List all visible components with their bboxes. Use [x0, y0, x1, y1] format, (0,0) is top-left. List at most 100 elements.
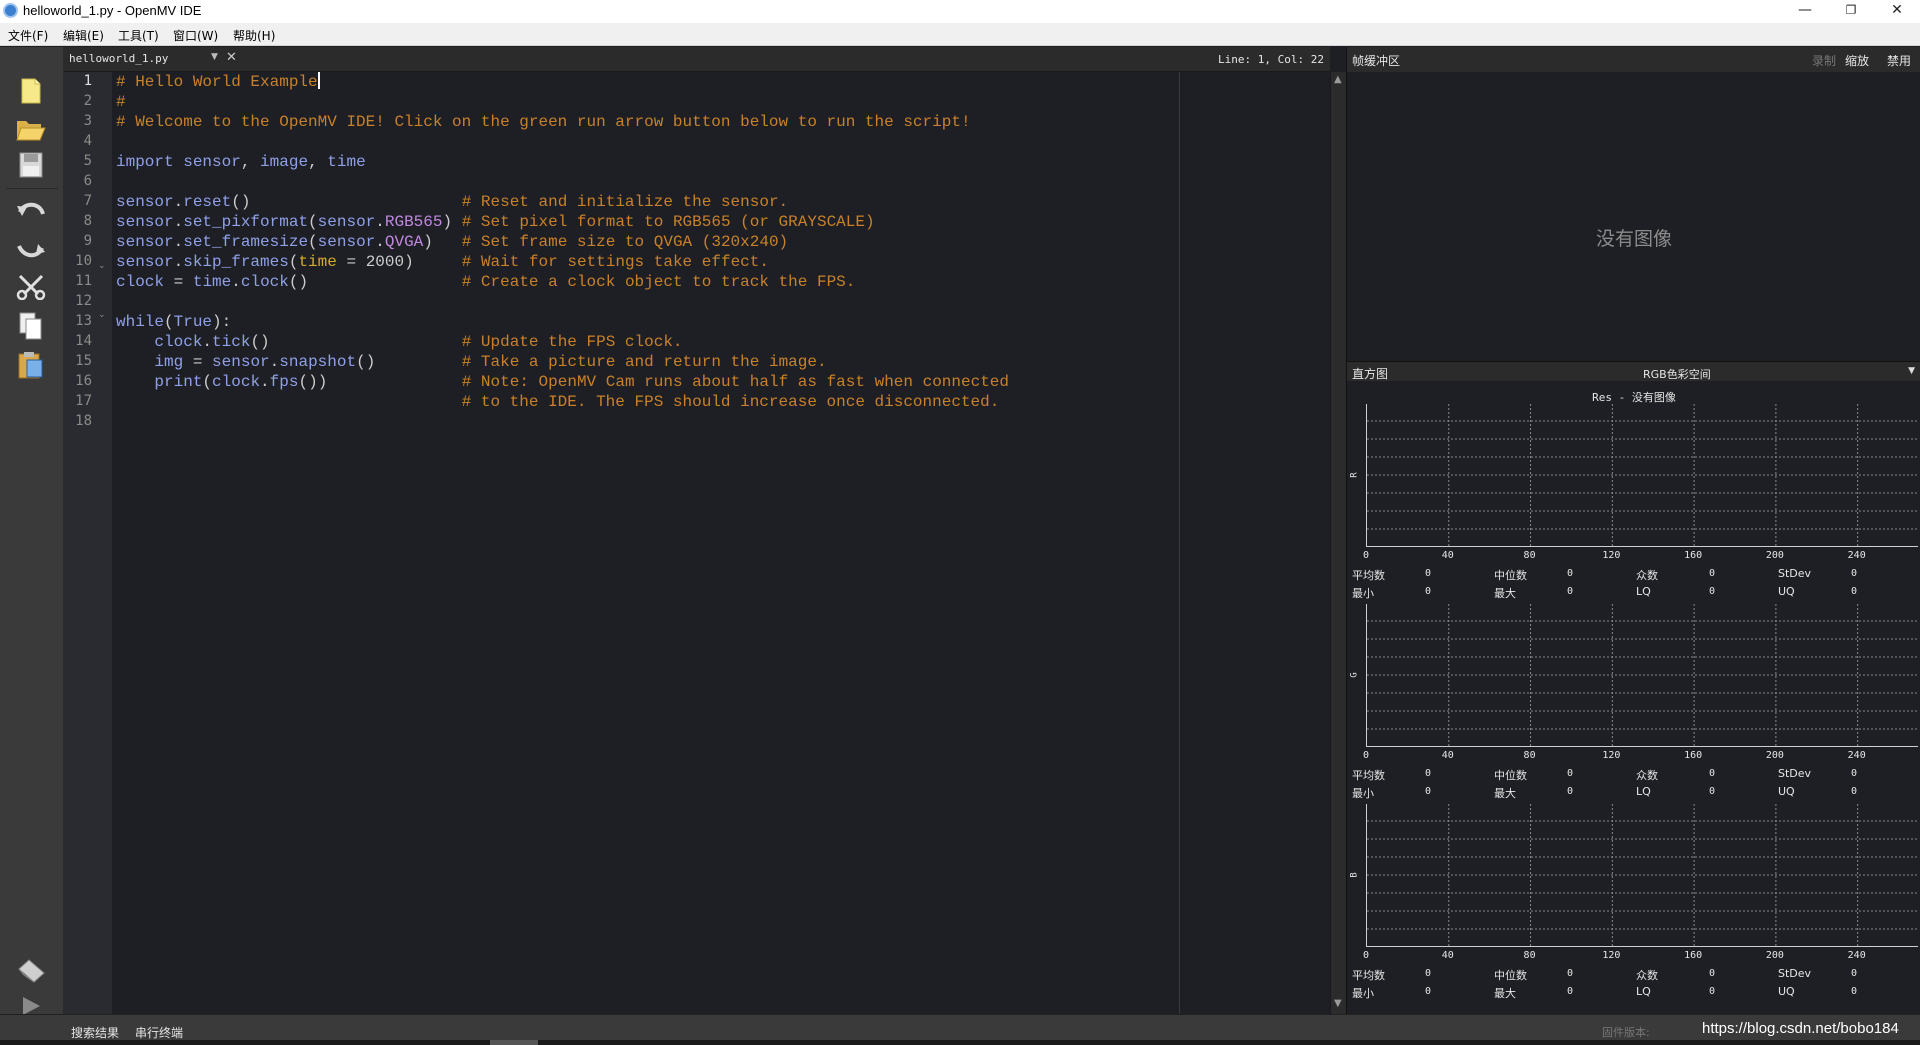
code-line[interactable]: # Welcome to the OpenMV IDE! Click on th…: [116, 112, 971, 132]
stat-value: 0: [1567, 586, 1574, 597]
code-line[interactable]: clock = time.clock() # Create a clock ob…: [116, 272, 855, 292]
menu-edit[interactable]: 编辑(E): [63, 27, 104, 44]
close-window-button[interactable]: ✕: [1874, 0, 1920, 23]
stat-value: 0: [1851, 968, 1858, 979]
redo-icon[interactable]: [14, 232, 48, 266]
x-tick-label: 80: [1523, 550, 1536, 561]
stat-label: UQ: [1778, 785, 1795, 798]
stat-label: LQ: [1636, 785, 1651, 798]
openmv-ide-window: helloworld_1.py - OpenMV IDE — ❐ ✕ 文件(F)…: [0, 0, 1920, 1045]
bottom-strip: [0, 1040, 1920, 1045]
stat-value: 0: [1851, 768, 1858, 779]
code-line[interactable]: print(clock.fps()) # Note: OpenMV Cam ru…: [116, 372, 1009, 392]
connect-icon[interactable]: [14, 954, 48, 988]
x-tick-label: 160: [1684, 950, 1703, 961]
menu-help[interactable]: 帮助(H): [233, 27, 275, 44]
chevron-down-icon[interactable]: ▼: [1908, 366, 1915, 376]
line-number: 18: [75, 413, 92, 429]
tab-search-results[interactable]: 搜索结果: [71, 1024, 119, 1041]
restore-button[interactable]: ❐: [1828, 0, 1874, 23]
open-folder-icon[interactable]: [14, 112, 48, 146]
frame-buffer-view: 没有图像: [1347, 72, 1920, 361]
line-number: 9: [83, 233, 92, 249]
code-line[interactable]: # to the IDE. The FPS should increase on…: [116, 392, 1000, 412]
x-tick-label: 40: [1441, 550, 1454, 561]
scroll-down-icon[interactable]: ▼: [1334, 998, 1342, 1009]
stat-value: 0: [1709, 968, 1716, 979]
minimize-button[interactable]: —: [1782, 0, 1828, 23]
line-number: 3: [83, 113, 92, 129]
copy-icon[interactable]: [14, 309, 48, 343]
x-tick-label: 0: [1363, 750, 1370, 761]
color-space-select[interactable]: RGB色彩空间: [1643, 366, 1711, 382]
code-line[interactable]: sensor.reset() # Reset and initialize th…: [116, 192, 788, 212]
editor-scrollbar[interactable]: ▲ ▼: [1330, 72, 1346, 1014]
x-tick-label: 200: [1765, 950, 1784, 961]
stat-label: 最大: [1494, 587, 1516, 600]
x-tick-label: 120: [1602, 950, 1621, 961]
stat-value: 0: [1425, 968, 1432, 979]
x-tick-label: 240: [1847, 750, 1866, 761]
stat-value: 0: [1851, 568, 1858, 579]
openmv-logo-icon: [3, 3, 18, 18]
line-number: 17: [75, 393, 92, 409]
stat-value: 0: [1567, 786, 1574, 797]
chevron-down-icon[interactable]: ▼: [211, 52, 218, 62]
zoom-button[interactable]: 缩放: [1845, 52, 1869, 69]
tab-helloworld[interactable]: helloworld_1.py: [69, 52, 168, 65]
new-file-icon[interactable]: [14, 74, 48, 108]
disable-button[interactable]: 禁用: [1887, 52, 1911, 69]
stat-value: 0: [1425, 586, 1432, 597]
channel-label: R: [1349, 471, 1360, 478]
code-line[interactable]: sensor.set_framesize(sensor.QVGA) # Set …: [116, 232, 788, 252]
menu-file[interactable]: 文件(F): [8, 27, 48, 44]
frame-buffer-title: 帧缓冲区: [1352, 54, 1401, 68]
x-tick-label: 40: [1441, 950, 1454, 961]
code-line[interactable]: clock.tick() # Update the FPS clock.: [116, 332, 682, 352]
save-icon[interactable]: [14, 148, 48, 182]
stat-label: UQ: [1778, 585, 1795, 598]
code-line[interactable]: # Hello World Example: [116, 72, 320, 92]
histogram-subtitle: Res - 没有图像: [1592, 391, 1676, 404]
stat-value: 0: [1709, 786, 1716, 797]
line-number: 14: [75, 333, 92, 349]
code-line[interactable]: while(True):: [116, 312, 231, 332]
cursor-position: Line: 1, Col: 22: [1218, 53, 1324, 66]
record-button[interactable]: 录制: [1812, 52, 1836, 69]
cut-icon[interactable]: [14, 270, 48, 304]
x-tick-label: 0: [1363, 950, 1370, 961]
code-line[interactable]: sensor.skip_frames(time = 2000) # Wait f…: [116, 252, 769, 272]
stat-value: 0: [1567, 968, 1574, 979]
editor-tab-bar: helloworld_1.py ▼ ✕ Line: 1, Col: 22: [64, 47, 1330, 72]
close-icon[interactable]: ✕: [226, 50, 237, 65]
bottom-indicator: [490, 1040, 538, 1045]
code-line[interactable]: #: [116, 92, 126, 112]
histogram-title: 直方图: [1352, 367, 1389, 381]
x-tick-label: 200: [1765, 750, 1784, 761]
stat-label: StDev: [1778, 767, 1812, 780]
window-title: helloworld_1.py - OpenMV IDE: [23, 3, 202, 18]
watermark-text: https://blog.csdn.net/bobo184: [1702, 1020, 1899, 1037]
paste-icon[interactable]: [14, 348, 48, 382]
fold-marker-icon[interactable]: ⌄: [98, 261, 106, 271]
code-line[interactable]: img = sensor.snapshot() # Take a picture…: [116, 352, 826, 372]
menu-tools[interactable]: 工具(T): [118, 27, 159, 44]
no-image-label: 没有图像: [1595, 228, 1672, 250]
code-editor[interactable]: 1 2 3 4 5 6 7 8 9 10 11 12 13 14 15 16 17 18 ⌄ ⌄ # Hello …: [64, 72, 1330, 1014]
menu-window[interactable]: 窗口(W): [173, 27, 218, 44]
line-number: 11: [75, 273, 92, 289]
line-number: 12: [75, 293, 92, 309]
stat-label: 众数: [1636, 769, 1658, 782]
histogram-header: 直方图 RGB色彩空间 ▼: [1347, 361, 1920, 381]
tab-serial-terminal[interactable]: 串行终端: [135, 1024, 183, 1041]
stat-value: 0: [1425, 986, 1432, 997]
scroll-up-icon[interactable]: ▲: [1334, 74, 1342, 85]
code-line[interactable]: sensor.set_pixformat(sensor.RGB565) # Se…: [116, 212, 875, 232]
undo-icon[interactable]: [14, 194, 48, 228]
code-line[interactable]: import sensor, image, time: [116, 152, 366, 172]
line-number: 8: [83, 213, 92, 229]
fold-marker-icon[interactable]: ⌄: [98, 310, 106, 320]
stat-value: 0: [1851, 986, 1858, 997]
stat-label: 最小: [1352, 787, 1374, 800]
stat-label: StDev: [1778, 967, 1812, 980]
